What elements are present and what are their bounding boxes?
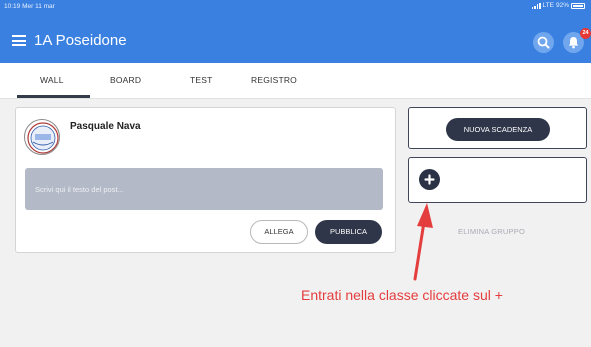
plus-icon	[424, 174, 435, 185]
status-right: LTE 92%	[531, 2, 585, 9]
add-button[interactable]	[419, 169, 440, 190]
network-label: LTE	[542, 2, 554, 9]
delete-group-link[interactable]: ELIMINA GRUPPO	[458, 227, 525, 236]
attach-button[interactable]: ALLEGA	[250, 220, 308, 244]
app-window: 10:19 Mer 11 mar LTE 92% 1A Poseidone 24	[0, 0, 591, 347]
post-text-input[interactable]	[25, 168, 383, 210]
tab-wall[interactable]: WALL	[40, 75, 64, 85]
active-tab-indicator	[17, 95, 90, 98]
tab-registro[interactable]: REGISTRO	[251, 75, 297, 85]
menu-icon[interactable]	[12, 35, 26, 46]
status-time-date: 10:19 Mer 11 mar	[4, 3, 55, 10]
post-author-name: Pasquale Nava	[70, 121, 141, 132]
status-bar: 10:19 Mer 11 mar LTE 92%	[0, 0, 591, 14]
battery-label: 92%	[555, 2, 569, 9]
battery-icon	[571, 2, 585, 9]
publish-button[interactable]: PUBBLICA	[315, 220, 382, 244]
search-button[interactable]	[533, 32, 554, 53]
annotation-text: Entrati nella classe cliccate sul +	[301, 287, 503, 303]
new-post-card: Pasquale Nava ALLEGA PUBBLICA	[15, 107, 396, 253]
app-header: 10:19 Mer 11 mar LTE 92% 1A Poseidone 24	[0, 0, 591, 63]
page-title: 1A Poseidone	[34, 32, 127, 49]
new-deadline-button[interactable]: NUOVA SCADENZA	[446, 118, 550, 141]
notification-badge: 24	[580, 28, 591, 39]
signal-icon	[531, 2, 541, 9]
search-icon	[537, 36, 550, 49]
tab-board[interactable]: BOARD	[110, 75, 141, 85]
tab-bar: WALL BOARD TEST REGISTRO	[0, 63, 591, 99]
avatar	[24, 119, 60, 155]
avatar-logo	[27, 122, 59, 154]
tab-test[interactable]: TEST	[190, 75, 213, 85]
